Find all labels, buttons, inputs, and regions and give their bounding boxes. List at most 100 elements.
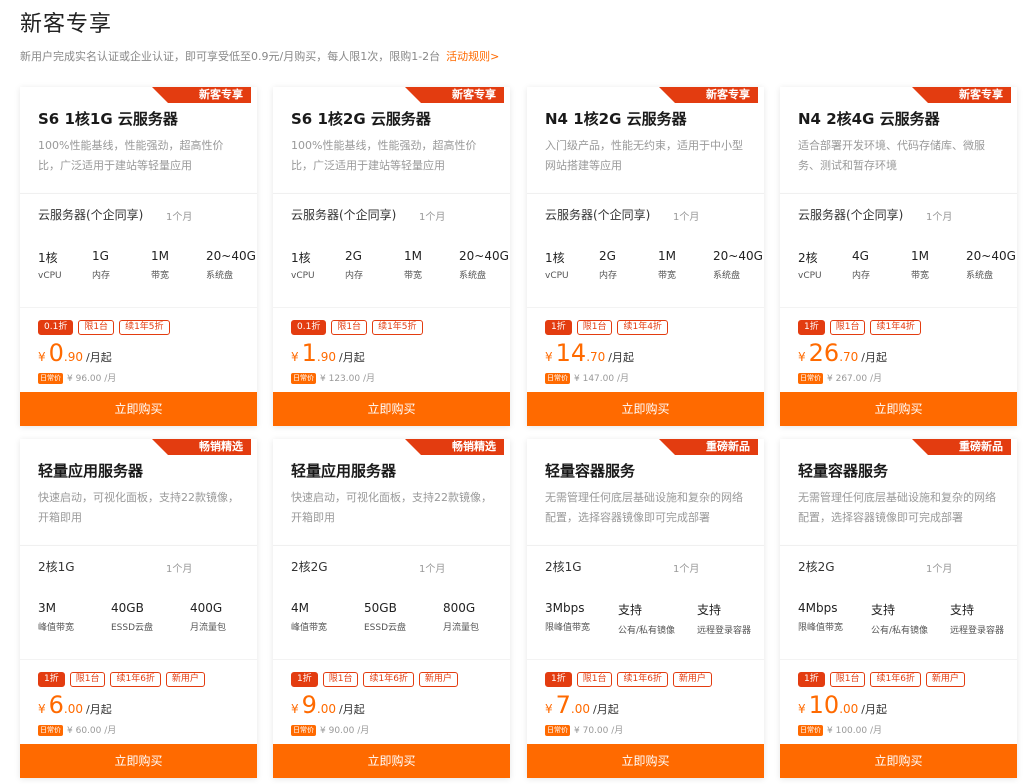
spec-selector[interactable]: 云服务器(个企同享) 1个月 <box>20 193 257 233</box>
promo-tags: 0.1折 限1台 续1年5折 <box>38 320 170 335</box>
spec-selector[interactable]: 2核1G 1个月 <box>527 545 764 585</box>
duration-label: 1个月 <box>166 212 193 223</box>
buy-now-button[interactable]: 立即购买 <box>273 744 510 778</box>
buy-now-button[interactable]: 立即购买 <box>780 392 1017 426</box>
spec-list: 2核 vCPU 4G 内存 1M 带宽 20~40G 系统盘 <box>780 233 1017 307</box>
original-price: 日常价 ¥ 90.00 /月 <box>291 723 369 736</box>
spec-value: 50GB <box>364 601 397 615</box>
product-card: 新客专享 N4 2核4G 云服务器 适合部署开发环境、代码存储库、微服务、测试和暂存… <box>780 87 1017 426</box>
spec-label: 内存 <box>345 271 364 281</box>
card-description: 快速启动，可视化面板，支持22款镜像，开箱即用 <box>38 491 239 524</box>
card-header: 新客专享 S6 1核2G 云服务器 100%性能基线，性能强劲，超高性价比，广泛适用… <box>273 87 510 193</box>
original-price-value: ¥ 267.00 /月 <box>827 374 882 384</box>
duration-label: 1个月 <box>673 212 700 223</box>
price-integer: 6 <box>48 691 64 719</box>
spec-item: 20~40G 系统盘 <box>459 249 509 281</box>
spec-value: 1核 <box>291 251 311 265</box>
promo-tags: 1折 限1台 续1年6折 新用户 <box>38 672 205 687</box>
card-description: 100%性能基线，性能强劲，超高性价比，广泛适用于建站等轻量应用 <box>291 139 477 172</box>
price-unit: /月起 <box>608 351 634 364</box>
promo-tag: 续1年6折 <box>870 672 921 687</box>
regular-price-badge: 日常价 <box>798 725 823 736</box>
card-description: 快速启动，可视化面板，支持22款镜像，开箱即用 <box>291 491 492 524</box>
promo-tag: 限1台 <box>322 672 359 687</box>
price: ¥1.90/月起 <box>291 339 365 367</box>
spec-value: 1M <box>404 249 422 263</box>
price: ¥0.90/月起 <box>38 339 112 367</box>
buy-now-button[interactable]: 立即购买 <box>527 392 764 426</box>
spec-selector[interactable]: 云服务器(个企同享) 1个月 <box>527 193 764 233</box>
spec-item: 2核 vCPU <box>798 249 822 281</box>
card-title: 轻量容器服务 <box>798 462 889 480</box>
spec-label: 公有/私有镜像 <box>871 626 929 636</box>
spec-label: 峰值带宽 <box>291 623 328 633</box>
duration-label: 1个月 <box>419 564 446 575</box>
price: ¥10.00/月起 <box>798 691 887 719</box>
spec-label: 带宽 <box>151 271 170 281</box>
promo-tag: 续1年6折 <box>363 672 414 687</box>
spec-label: 内存 <box>92 271 111 281</box>
product-card: 畅销精选 轻量应用服务器 快速启动，可视化面板，支持22款镜像，开箱即用 2核1G 1个… <box>20 439 257 778</box>
regular-price-badge: 日常价 <box>798 373 823 384</box>
spec-item: 20~40G 系统盘 <box>206 249 256 281</box>
spec-list: 4Mbps 限峰值带宽 支持 公有/私有镜像 支持 远程登录容器 <box>780 585 1017 659</box>
spec-item: 50GB ESSD云盘 <box>364 601 406 633</box>
currency-symbol: ¥ <box>291 702 299 716</box>
spec-label: ESSD云盘 <box>364 623 407 633</box>
price-unit: /月起 <box>86 703 112 716</box>
spec-label: vCPU <box>291 271 315 281</box>
price-section: 1折 限1台 续1年4折 ¥14.70/月起 日常价 ¥ 147.00 /月 <box>527 307 764 392</box>
spec-name: 云服务器(个企同享) <box>798 208 904 222</box>
promo-tag: 1折 <box>798 320 825 335</box>
promo-tag: 限1台 <box>69 672 106 687</box>
buy-now-button[interactable]: 立即购买 <box>273 392 510 426</box>
spec-value: 2G <box>345 249 362 263</box>
card-title: 轻量应用服务器 <box>38 462 144 480</box>
card-badge: 畅销精选 <box>405 439 504 455</box>
product-card: 重磅新品 轻量容器服务 无需管理任何底层基础设施和复杂的网络配置，选择容器镜像即可完… <box>780 439 1017 778</box>
spec-item: 3Mbps 限峰值带宽 <box>545 601 590 633</box>
promo-tag: 1折 <box>38 672 65 687</box>
promo-description: 新用户完成实名认证或企业认证，即可享受低至0.9元/月购买，每人限1次，限购1-… <box>20 50 441 63</box>
page-description: 新用户完成实名认证或企业认证，即可享受低至0.9元/月购买，每人限1次，限购1-… <box>20 48 499 64</box>
spec-selector[interactable]: 2核2G 1个月 <box>780 545 1017 585</box>
buy-now-button[interactable]: 立即购买 <box>780 744 1017 778</box>
promo-tag: 1折 <box>545 672 572 687</box>
spec-item: 1核 vCPU <box>291 249 315 281</box>
promo-tag: 新用户 <box>925 672 965 687</box>
spec-selector[interactable]: 2核2G 1个月 <box>273 545 510 585</box>
card-description: 无需管理任何底层基础设施和复杂的网络配置，选择容器镜像即可完成部署 <box>798 491 996 524</box>
card-description: 适合部署开发环境、代码存储库、微服务、测试和暂存环境 <box>798 139 985 172</box>
promo-tags: 1折 限1台 续1年4折 <box>798 320 921 335</box>
price-section: 0.1折 限1台 续1年5折 ¥0.90/月起 日常价 ¥ 96.00 /月 <box>20 307 257 392</box>
spec-value: 1M <box>658 249 676 263</box>
currency-symbol: ¥ <box>545 702 553 716</box>
spec-value: 40GB <box>111 601 144 615</box>
promo-tags: 1折 限1台 续1年6折 新用户 <box>291 672 458 687</box>
spec-selector[interactable]: 云服务器(个企同享) 1个月 <box>273 193 510 233</box>
promo-tags: 1折 限1台 续1年4折 <box>545 320 668 335</box>
price-section: 0.1折 限1台 续1年5折 ¥1.90/月起 日常价 ¥ 123.00 /月 <box>273 307 510 392</box>
spec-selector[interactable]: 2核1G 1个月 <box>20 545 257 585</box>
spec-selector[interactable]: 云服务器(个企同享) 1个月 <box>780 193 1017 233</box>
card-header: 新客专享 S6 1核1G 云服务器 100%性能基线，性能强劲，超高性价比，广泛适用… <box>20 87 257 193</box>
spec-value: 支持 <box>950 603 975 617</box>
spec-name: 2核1G <box>38 560 75 574</box>
price-section: 1折 限1台 续1年4折 ¥26.70/月起 日常价 ¥ 267.00 /月 <box>780 307 1017 392</box>
spec-value: 1M <box>151 249 169 263</box>
promo-tags: 1折 限1台 续1年6折 新用户 <box>798 672 965 687</box>
price-unit: /月起 <box>339 703 365 716</box>
page-title: 新客专享 <box>20 12 113 37</box>
rules-link[interactable]: 活动规则> <box>446 50 499 63</box>
buy-now-button[interactable]: 立即购买 <box>527 744 764 778</box>
promo-tag: 0.1折 <box>291 320 327 335</box>
original-price-value: ¥ 70.00 /月 <box>574 726 624 736</box>
promo-tag: 限1台 <box>331 320 368 335</box>
original-price: 日常价 ¥ 70.00 /月 <box>545 723 623 736</box>
spec-item: 1G 内存 <box>92 249 110 281</box>
spec-value: 20~40G <box>713 249 763 263</box>
buy-now-button[interactable]: 立即购买 <box>20 392 257 426</box>
spec-label: 峰值带宽 <box>38 623 75 633</box>
buy-now-button[interactable]: 立即购买 <box>20 744 257 778</box>
price-integer: 7 <box>555 691 571 719</box>
